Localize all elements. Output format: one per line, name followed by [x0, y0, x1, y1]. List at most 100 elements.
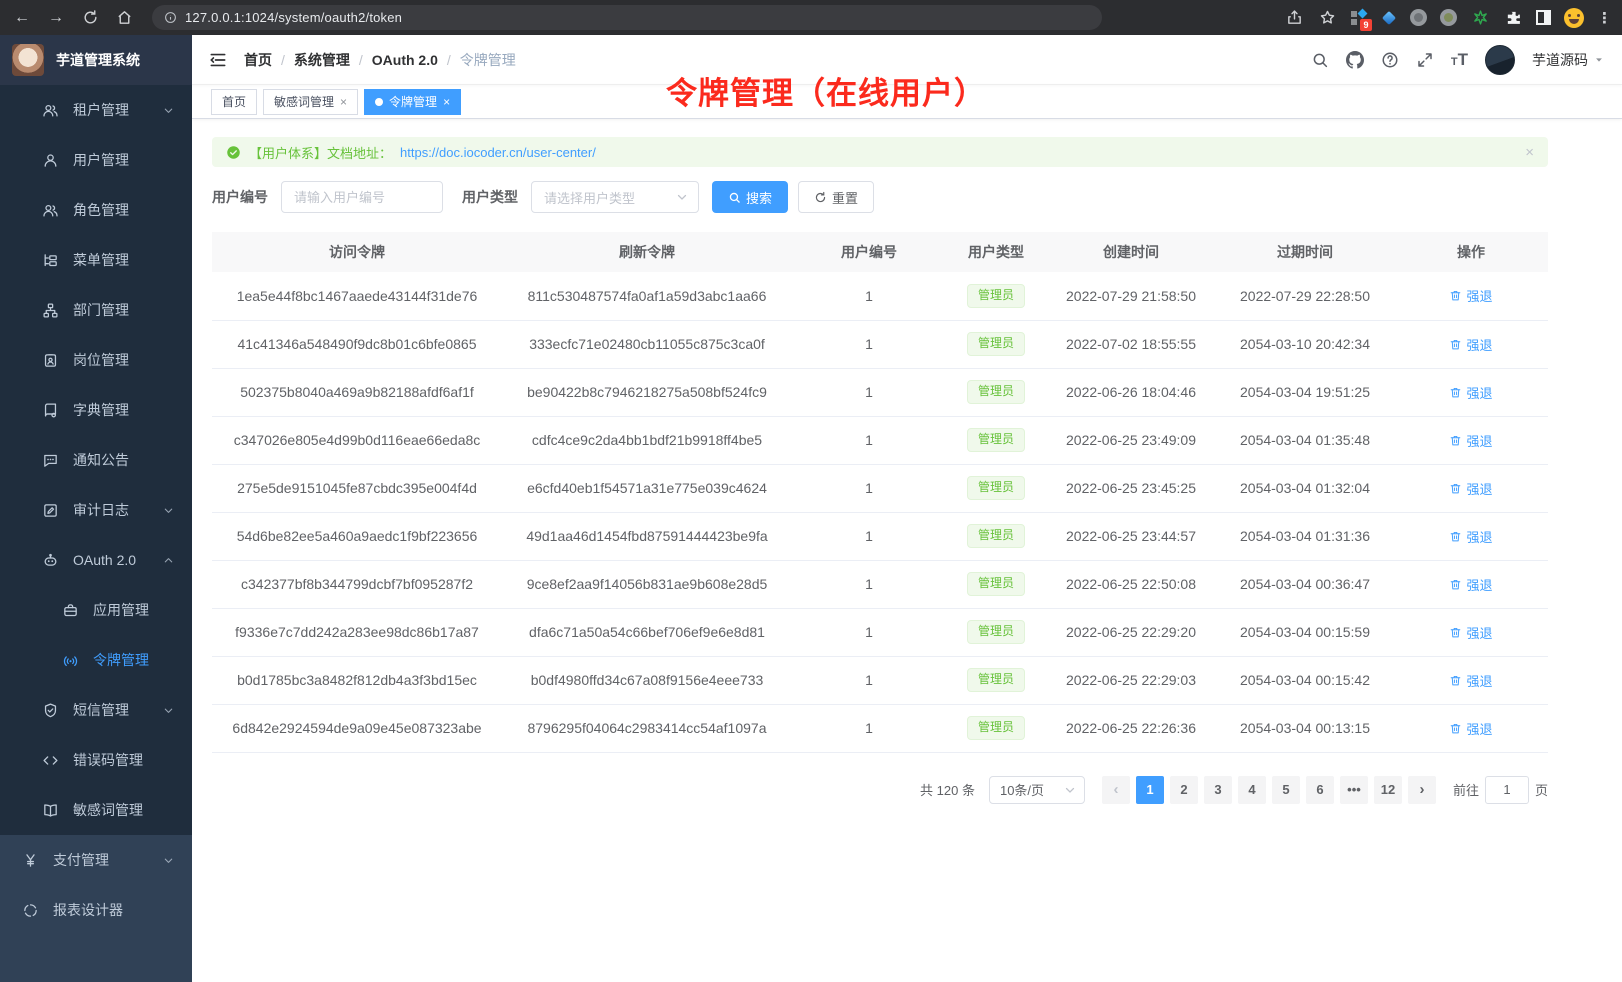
- green-star-extension-icon[interactable]: [1470, 8, 1490, 28]
- next-page-button[interactable]: ›: [1408, 776, 1436, 804]
- sidebar-item-5[interactable]: 岗位管理: [0, 335, 192, 385]
- page-number-button[interactable]: 12: [1374, 776, 1402, 804]
- sidebar-item-8[interactable]: 审计日志: [0, 485, 192, 535]
- search-icon[interactable]: [1311, 51, 1329, 69]
- sidebar-item-label: 菜单管理: [73, 250, 129, 270]
- tag-item[interactable]: 首页: [211, 89, 257, 115]
- sidebar-item-0[interactable]: 租户管理: [0, 85, 192, 135]
- breadcrumb-item[interactable]: 系统管理: [294, 50, 350, 70]
- user-avatar[interactable]: [1485, 45, 1515, 75]
- profile-avatar-icon[interactable]: [1564, 8, 1584, 28]
- prev-page-button[interactable]: ‹: [1102, 776, 1130, 804]
- address-bar[interactable]: 127.0.0.1:1024/system/oauth2/token: [152, 5, 1102, 30]
- caret-down-icon: [1594, 55, 1604, 65]
- page-number-button[interactable]: 3: [1204, 776, 1232, 804]
- gem-extension-icon[interactable]: [1381, 10, 1397, 26]
- user-id-cell: 1: [792, 656, 946, 704]
- force-logout-button[interactable]: 强退: [1449, 383, 1492, 402]
- page-number-button[interactable]: 2: [1170, 776, 1198, 804]
- force-logout-button[interactable]: 强退: [1449, 431, 1492, 450]
- user-dropdown[interactable]: 芋道源码: [1532, 50, 1604, 70]
- table-row: 54d6be82ee5a460a9aedc1f9bf22365649d1aa46…: [212, 512, 1548, 560]
- github-icon[interactable]: [1346, 51, 1364, 69]
- search-button[interactable]: 搜索: [712, 181, 788, 213]
- help-icon[interactable]: [1381, 51, 1399, 69]
- force-logout-button[interactable]: 强退: [1449, 479, 1492, 498]
- sensitive-icon: [42, 802, 59, 819]
- tag-close-icon[interactable]: ×: [340, 96, 347, 108]
- force-logout-button[interactable]: 强退: [1449, 671, 1492, 690]
- goto-page-input[interactable]: [1485, 776, 1529, 804]
- sidebar-item-15[interactable]: 支付管理: [0, 835, 192, 885]
- sidebar-item-9[interactable]: OAuth 2.0: [0, 535, 192, 585]
- browser-menu-icon[interactable]: ⋮: [1597, 9, 1612, 27]
- reset-button[interactable]: 重置: [798, 181, 874, 213]
- url-text: 127.0.0.1:1024/system/oauth2/token: [185, 10, 402, 25]
- user-type-cell: 管理员: [946, 368, 1046, 416]
- page-ellipsis-button[interactable]: •••: [1340, 776, 1368, 804]
- user-type-cell: 管理员: [946, 656, 1046, 704]
- page-number-button[interactable]: 4: [1238, 776, 1266, 804]
- page-number-button[interactable]: 1: [1136, 776, 1164, 804]
- refresh-token-cell: 811c530487574fa0af1a59d3abc1aa66: [502, 272, 792, 320]
- page-number-button[interactable]: 6: [1306, 776, 1334, 804]
- round-extension-icon[interactable]: [1410, 9, 1427, 26]
- sidebar-item-label: 部门管理: [73, 300, 129, 320]
- alert-close-icon[interactable]: ×: [1525, 144, 1534, 161]
- force-logout-button[interactable]: 强退: [1449, 286, 1492, 305]
- breadcrumb-item[interactable]: 首页: [244, 50, 272, 70]
- sidebar-item-1[interactable]: 用户管理: [0, 135, 192, 185]
- tag-close-icon[interactable]: ×: [443, 96, 450, 108]
- sidebar-item-12[interactable]: 短信管理: [0, 685, 192, 735]
- page-number-button[interactable]: 5: [1272, 776, 1300, 804]
- sidebar-item-4[interactable]: 部门管理: [0, 285, 192, 335]
- force-logout-button[interactable]: 强退: [1449, 575, 1492, 594]
- tag-item[interactable]: 敏感词管理×: [263, 89, 358, 115]
- sidebar-item-label: 字典管理: [73, 400, 129, 420]
- user-type-badge: 管理员: [967, 332, 1025, 356]
- sidebar-item-14[interactable]: 敏感词管理: [0, 785, 192, 835]
- sidebar-item-2[interactable]: 角色管理: [0, 185, 192, 235]
- font-size-icon[interactable]: TT: [1451, 51, 1468, 68]
- fullscreen-icon[interactable]: [1416, 51, 1434, 69]
- force-logout-button[interactable]: 强退: [1449, 335, 1492, 354]
- browser-forward-icon[interactable]: →: [46, 8, 66, 28]
- alert-doc-link[interactable]: https://doc.iocoder.cn/user-center/: [400, 145, 596, 160]
- sidebar-item-3[interactable]: 菜单管理: [0, 235, 192, 285]
- share-icon[interactable]: [1284, 8, 1304, 28]
- browser-reload-icon[interactable]: [80, 8, 100, 28]
- sidebar-item-16[interactable]: 报表设计器: [0, 885, 192, 935]
- page-size-select[interactable]: 10条/页: [989, 776, 1085, 804]
- force-logout-button[interactable]: 强退: [1449, 527, 1492, 546]
- sidebar-item-10[interactable]: 应用管理: [0, 585, 192, 635]
- access-token-cell: 1ea5e44f8bc1467aaede43144f31de76: [212, 272, 502, 320]
- puzzle-extension-icon[interactable]: [1503, 8, 1523, 28]
- user-type-cell: 管理员: [946, 512, 1046, 560]
- user-type-select[interactable]: 请选择用户类型: [531, 181, 699, 213]
- sidebar-item-13[interactable]: 错误码管理: [0, 735, 192, 785]
- chevron-up-icon: [163, 555, 174, 566]
- force-logout-button[interactable]: 强退: [1449, 623, 1492, 642]
- browser-back-icon[interactable]: ←: [12, 8, 32, 28]
- breadcrumb-item[interactable]: OAuth 2.0: [372, 52, 438, 68]
- force-logout-button[interactable]: 强退: [1449, 719, 1492, 738]
- browser-home-icon[interactable]: [114, 8, 134, 28]
- site-info-icon[interactable]: [164, 11, 177, 24]
- tag-active[interactable]: 令牌管理×: [364, 89, 461, 115]
- bookmark-star-icon[interactable]: [1317, 8, 1337, 28]
- expire-time-cell: 2054-03-10 20:42:34: [1216, 320, 1394, 368]
- sidebar-toggle-icon[interactable]: [208, 50, 228, 70]
- app-logo-bar[interactable]: 芋道管理系统: [0, 35, 192, 85]
- round-green-extension-icon[interactable]: [1440, 9, 1457, 26]
- sidebar-item-active-11[interactable]: 令牌管理: [0, 635, 192, 685]
- access-token-cell: c342377bf8b344799dcbf7bf095287f2: [212, 560, 502, 608]
- extension-grid-icon[interactable]: 9: [1350, 9, 1368, 27]
- sidebar-item-7[interactable]: 通知公告: [0, 435, 192, 485]
- sidebar-item-6[interactable]: 字典管理: [0, 385, 192, 435]
- user-type-badge: 管理员: [967, 572, 1025, 596]
- user-id-input[interactable]: [281, 181, 443, 213]
- refresh-token-cell: e6cfd40eb1f54571a31e775e039c4624: [502, 464, 792, 512]
- square-extension-icon[interactable]: [1536, 10, 1551, 25]
- access-token-cell: f9336e7c7dd242a283ee98dc86b17a87: [212, 608, 502, 656]
- column-header: 过期时间: [1216, 232, 1394, 272]
